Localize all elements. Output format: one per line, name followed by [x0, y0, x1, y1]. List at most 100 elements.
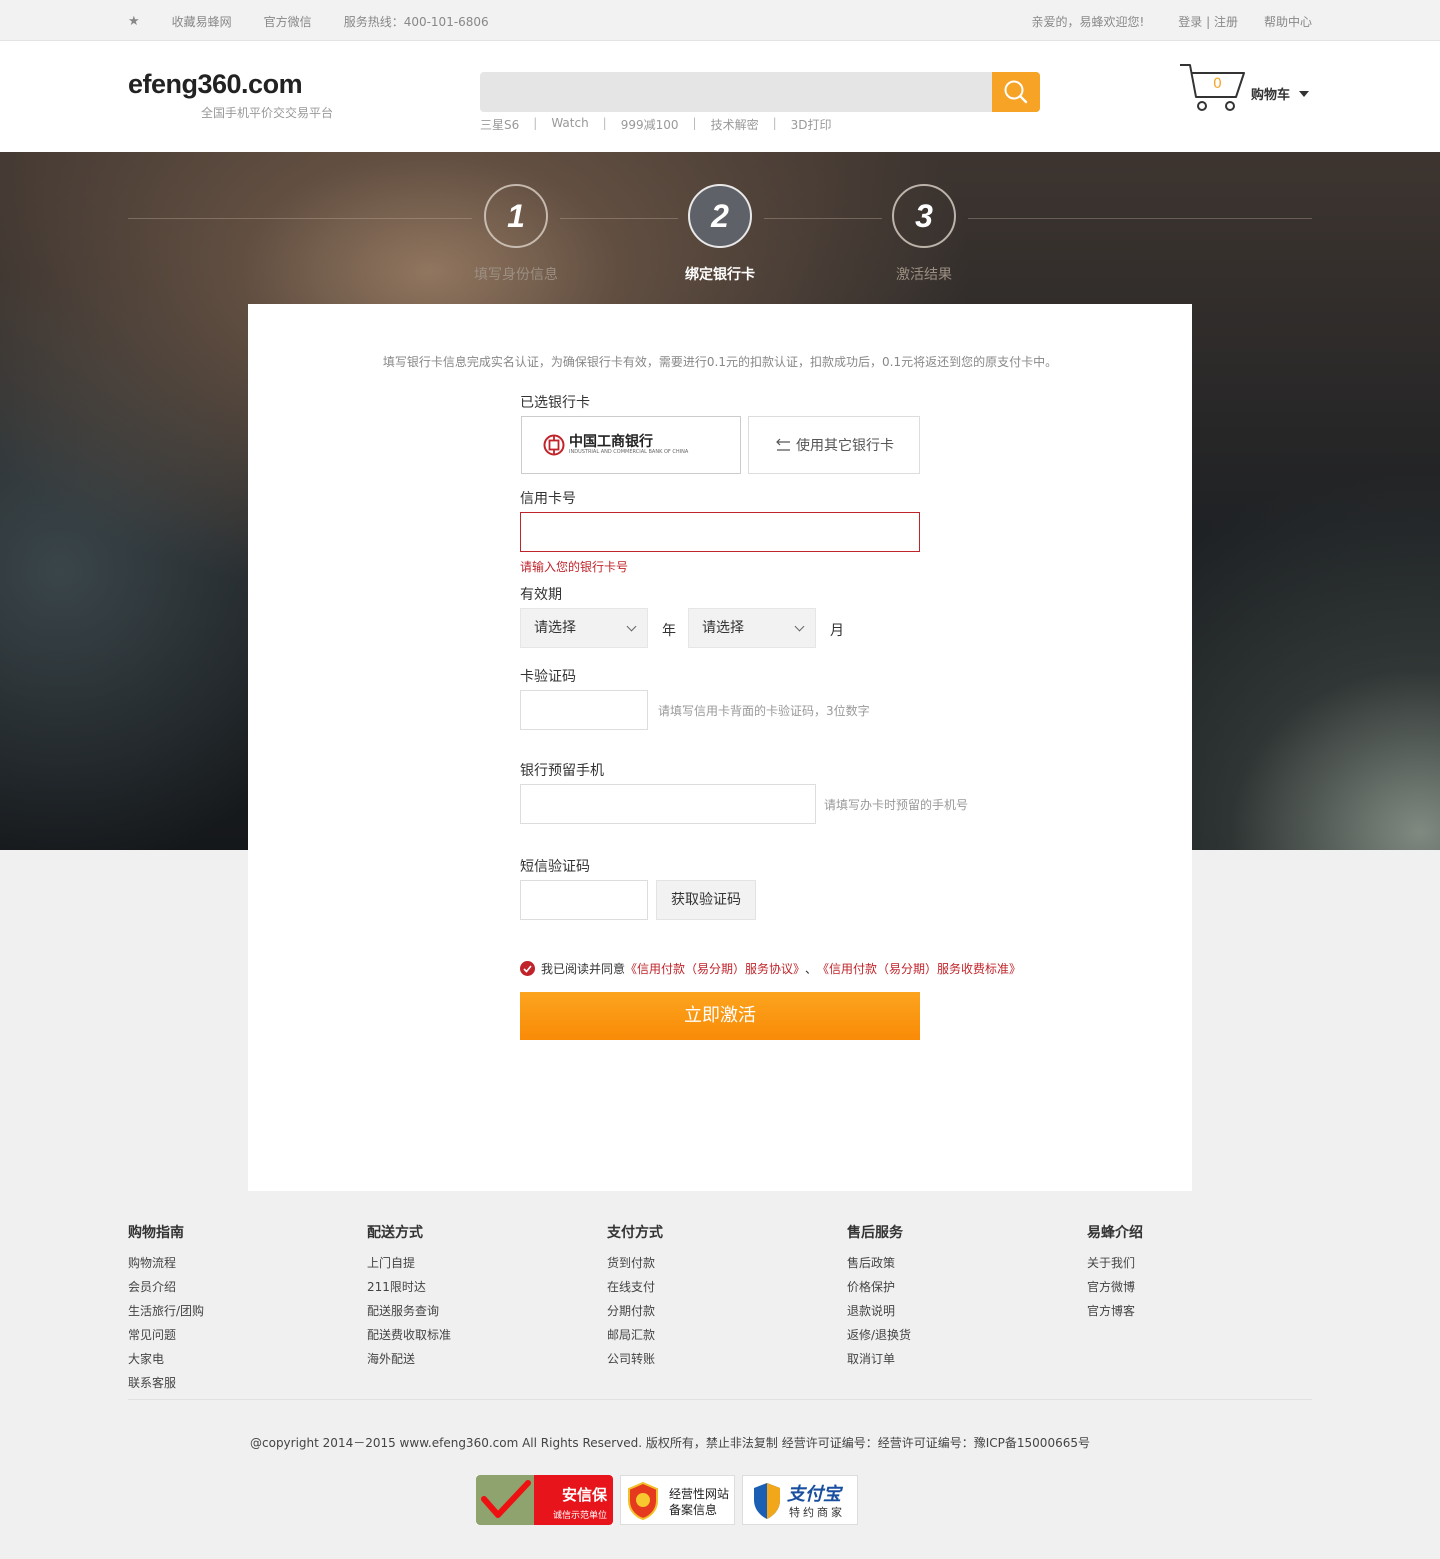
use-other-card-label: 使用其它银行卡 — [796, 438, 894, 454]
step-2-circle: 2 — [688, 184, 752, 248]
activate-button[interactable]: 立即激活 — [520, 992, 920, 1040]
bank-name: 中国工商银行 — [569, 434, 653, 450]
welcome-text: 亲爱的，易蜂欢迎您! — [1031, 15, 1145, 29]
footer-link[interactable]: 价格保护 — [847, 1275, 911, 1299]
bank-name-en: INDUSTRIAL AND COMMERCIAL BANK OF CHINA — [569, 449, 689, 455]
footer-link[interactable]: 官方博客 — [1087, 1299, 1143, 1323]
footer-col-about: 易蜂介绍 关于我们 官方微博 官方博客 — [1087, 1222, 1143, 1323]
bank-name-block: 中国工商银行 INDUSTRIAL AND COMMERCIAL BANK OF… — [565, 435, 688, 455]
beian-line2: 备案信息 — [669, 1503, 718, 1517]
use-other-card-button[interactable]: 使用其它银行卡 — [748, 416, 920, 474]
hotword-link[interactable]: 三星S6 — [480, 116, 519, 133]
footer-link[interactable]: 211限时达 — [367, 1275, 451, 1299]
site-logo[interactable]: efeng360.com — [128, 69, 303, 100]
card-number-error: 请输入您的银行卡号 — [520, 560, 629, 574]
cart-button[interactable]: 0 购物车 — [1178, 61, 1312, 115]
phone-input[interactable] — [520, 784, 816, 824]
footer-col-shopping-guide: 购物指南 购物流程 会员介绍 生活旅行/团购 常见问题 大家电 联系客服 — [128, 1222, 204, 1395]
copyright-text: @copyright 2014－2015 www.efeng360.com Al… — [250, 1436, 1090, 1450]
footer-link[interactable]: 货到付款 — [607, 1251, 663, 1275]
step-1-circle: 1 — [484, 184, 548, 248]
footer-link[interactable]: 官方微博 — [1087, 1275, 1143, 1299]
footer-link[interactable]: 在线支付 — [607, 1275, 663, 1299]
footer-link[interactable]: 分期付款 — [607, 1299, 663, 1323]
favorite-link[interactable]: ★ 收藏易蜂网 — [128, 13, 232, 30]
expiry-month-select[interactable]: 请选择 — [688, 608, 816, 648]
beian-badge[interactable]: 经营性网站 备案信息 — [620, 1475, 735, 1525]
footer-link[interactable]: 上门自提 — [367, 1251, 451, 1275]
footer-link[interactable]: 公司转账 — [607, 1347, 663, 1371]
footer-link[interactable]: 退款说明 — [847, 1299, 911, 1323]
footer-link[interactable]: 配送费收取标准 — [367, 1323, 451, 1347]
get-sms-code-button[interactable]: 获取验证码 — [656, 880, 756, 920]
icbc-logo-icon — [543, 434, 565, 456]
search-input[interactable] — [480, 72, 992, 112]
expiry-month-value: 请选择 — [702, 620, 744, 636]
selected-bank-card[interactable]: 中国工商银行 INDUSTRIAL AND COMMERCIAL BANK OF… — [521, 416, 741, 474]
bind-card-panel: 填写银行卡信息完成实名认证，为确保银行卡有效，需要进行0.1元的扣款认证，扣款成… — [248, 304, 1192, 1191]
cvv-label: 卡验证码 — [520, 669, 576, 685]
footer-link[interactable]: 常见问题 — [128, 1323, 204, 1347]
footer-link[interactable]: 取消订单 — [847, 1347, 911, 1371]
year-unit: 年 — [662, 623, 676, 639]
chevron-down-icon — [626, 621, 637, 632]
hotword-link[interactable]: 技术解密 — [711, 116, 759, 133]
login-register-link[interactable]: 登录 | 注册 — [1178, 13, 1238, 30]
hotword-link[interactable]: Watch — [551, 116, 588, 133]
footer-link[interactable]: 联系客服 — [128, 1371, 204, 1395]
cart-count: 0 — [1213, 76, 1222, 92]
card-number-input[interactable] — [520, 512, 920, 552]
footer-link[interactable]: 海外配送 — [367, 1347, 451, 1371]
hotword-link[interactable]: 999减100 — [621, 116, 679, 133]
step-line — [560, 218, 678, 219]
search-button[interactable] — [992, 72, 1040, 112]
anxinbao-check-area — [476, 1475, 534, 1525]
hotword-link[interactable]: 3D打印 — [791, 116, 832, 133]
footer-col-title: 售后服务 — [847, 1225, 903, 1241]
footer-link[interactable]: 大家电 — [128, 1347, 204, 1371]
check-icon — [523, 964, 532, 973]
fee-standard-link[interactable]: 《信用付款（易分期）服务收费标准》 — [817, 960, 1021, 977]
step-line — [764, 218, 882, 219]
search-icon — [1004, 80, 1028, 104]
chevron-down-icon — [794, 621, 805, 632]
footer-link[interactable]: 关于我们 — [1087, 1251, 1143, 1275]
cart-label: 购物车 — [1251, 88, 1291, 103]
anxinbao-badge[interactable]: 安信保 诚信示范单位 — [476, 1475, 613, 1525]
sms-code-input[interactable] — [520, 880, 648, 920]
intro-text: 填写银行卡信息完成实名认证，为确保银行卡有效，需要进行0.1元的扣款认证，扣款成… — [382, 355, 1058, 369]
anxinbao-title: 安信保 — [561, 1486, 607, 1504]
cvv-hint: 请填写信用卡背面的卡验证码，3位数字 — [658, 704, 870, 718]
anxinbao-text-area: 安信保 诚信示范单位 — [534, 1475, 613, 1525]
divider: | — [772, 116, 777, 130]
alipay-title: 支付宝 — [787, 1484, 841, 1505]
search-box[interactable] — [480, 72, 1040, 112]
footer-link[interactable]: 生活旅行/团购 — [128, 1299, 204, 1323]
divider: | — [692, 116, 697, 130]
footer-link[interactable]: 购物流程 — [128, 1251, 204, 1275]
header: efeng360.com 全国手机平价交交易平台 三星S6 | Watch | 99… — [0, 41, 1440, 152]
divider: | — [602, 116, 607, 130]
return-arrow-icon — [776, 438, 790, 451]
expiry-year-select[interactable]: 请选择 — [520, 608, 648, 648]
month-unit: 月 — [830, 623, 844, 639]
footer-col-title: 易蜂介绍 — [1087, 1225, 1143, 1241]
footer-link[interactable]: 会员介绍 — [128, 1275, 204, 1299]
footer-link[interactable]: 返修/退换货 — [847, 1323, 911, 1347]
beian-line1: 经营性网站 — [669, 1487, 730, 1501]
divider: | — [533, 116, 538, 130]
site-slogan: 全国手机平价交交易平台 — [201, 106, 334, 120]
step-3-label: 激活结果 — [896, 267, 952, 283]
alipay-shield-icon — [754, 1483, 780, 1519]
help-center-link[interactable]: 帮助中心 — [1264, 13, 1312, 30]
footer-link[interactable]: 邮局汇款 — [607, 1323, 663, 1347]
alipay-badge[interactable]: 支付宝 特约商家 — [742, 1475, 858, 1525]
agree-checkbox[interactable] — [520, 961, 535, 976]
cvv-input[interactable] — [520, 690, 648, 730]
footer-link[interactable]: 售后政策 — [847, 1251, 911, 1275]
wechat-link[interactable]: 官方微信 — [264, 13, 312, 30]
service-agreement-link[interactable]: 《信用付款（易分期）服务协议》 — [625, 960, 805, 977]
footer-link[interactable]: 配送服务查询 — [367, 1299, 451, 1323]
footer-col-title: 支付方式 — [607, 1225, 663, 1241]
alipay-subtitle: 特约商家 — [789, 1506, 845, 1519]
